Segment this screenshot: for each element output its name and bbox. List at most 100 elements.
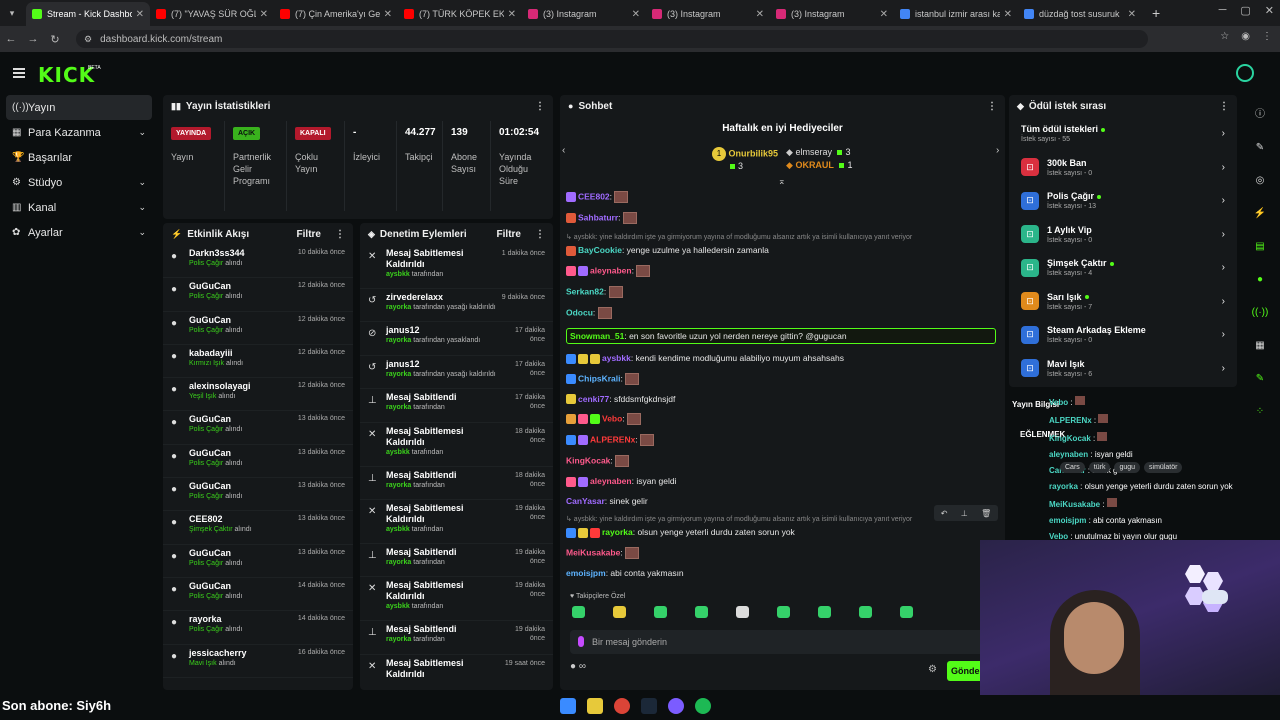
wrench-icon[interactable]: ✎ <box>1249 368 1271 390</box>
chevron-right-icon[interactable]: › <box>1222 128 1225 139</box>
chat-message[interactable]: MeiKusakabe: <box>566 546 996 559</box>
reward-row[interactable]: ⊡ Polis Çağır İstek sayısı - 13 › <box>1009 184 1237 218</box>
target-icon[interactable]: ◎ <box>1249 170 1271 192</box>
chat-username[interactable]: ChipsKrali <box>578 373 621 383</box>
activity-username[interactable]: Darkn3ss344 <box>189 248 285 258</box>
moderator-name[interactable]: rayorka <box>386 482 411 489</box>
extension-icon[interactable]: ◉ <box>1241 31 1250 42</box>
chat-message[interactable]: BayCookie: yenge uzulme ya halledersin z… <box>566 245 996 256</box>
browser-extension-icons[interactable]: ☆ ◉ ⋮ <box>1220 31 1272 42</box>
pinned-collapse-icon[interactable]: ⌅ <box>778 176 786 187</box>
emote-picker-icon[interactable]: ● <box>570 661 576 672</box>
moderator-name[interactable]: rayorka <box>386 304 411 311</box>
emote-icon[interactable] <box>572 606 585 618</box>
chat-message[interactable]: Odocu: <box>566 306 996 319</box>
browser-tab[interactable]: (3) Instagram ✕ <box>646 2 770 26</box>
reward-row[interactable]: ⊡ Mavi Işık İstek sayısı - 6 › <box>1009 352 1237 386</box>
chat-username[interactable]: BayCookie <box>578 245 622 255</box>
new-tab-button[interactable]: + <box>1146 2 1166 26</box>
chat-message[interactable]: aysbkk: kendi kendime modluğumu alabiliy… <box>566 353 996 364</box>
infinity-icon[interactable]: ∞ <box>579 661 586 672</box>
browser-tab[interactable]: Stream - Kick Dashboard ✕ <box>26 2 150 26</box>
sidebar-item[interactable]: ✿ Ayarlar ⌄ <box>6 220 152 245</box>
chevron-left-icon[interactable]: ‹ <box>562 145 565 156</box>
chat-username[interactable]: Snowman_51 <box>570 331 624 341</box>
moderation-filter-button[interactable]: Filtre <box>497 229 521 240</box>
browser-tab[interactable]: (7) Çin Amerika'yı Geçti ✕ <box>274 2 398 26</box>
emote-icon[interactable] <box>613 606 626 618</box>
chat-message[interactable]: aleynaben: <box>566 264 996 277</box>
menu-icon[interactable]: ⋮ <box>1262 31 1272 42</box>
close-tab-icon[interactable]: ✕ <box>632 9 640 20</box>
bolt-icon[interactable]: ⚡ <box>1249 203 1271 225</box>
moderator-name[interactable]: aysbkk <box>386 603 410 610</box>
moderator-name[interactable]: rayorka <box>386 371 411 378</box>
close-tab-icon[interactable]: ✕ <box>756 9 764 20</box>
close-tab-icon[interactable]: ✕ <box>508 9 516 20</box>
sidebar-item[interactable]: 🏆 Başarılar <box>6 145 152 170</box>
window-controls[interactable]: ─ ▢ ✕ <box>1219 4 1274 17</box>
tab-search-icon[interactable]: ▾ <box>4 5 20 21</box>
close-tab-icon[interactable]: ✕ <box>1128 9 1136 20</box>
activity-username[interactable]: GuGuCan <box>189 315 285 325</box>
activity-filter-button[interactable]: Filtre <box>297 229 321 240</box>
back-icon[interactable]: ← <box>0 33 22 45</box>
moderator-name[interactable]: aysbkk <box>386 449 410 456</box>
kebab-menu-icon[interactable]: ⋮ <box>987 101 997 112</box>
emote-icon[interactable] <box>695 606 708 618</box>
reward-row[interactable]: ⊡ 1 Aylık Vip İstek sayısı - 0 › <box>1009 218 1237 252</box>
emote-icon[interactable] <box>859 606 872 618</box>
chat-message[interactable]: emoisjpm: abi conta yakmasın <box>566 568 996 578</box>
chat-message[interactable]: Vebo: <box>566 413 996 426</box>
chat-username[interactable]: KingKocak <box>566 456 610 466</box>
chat-message[interactable]: Snowman_51: en son favoritle uzun yol ne… <box>566 327 996 344</box>
close-tab-icon[interactable]: ✕ <box>1004 9 1012 20</box>
chat-username[interactable]: Sahbaturr <box>578 212 618 222</box>
chevron-right-icon[interactable]: › <box>1222 195 1225 206</box>
activity-username[interactable]: GuGuCan <box>189 448 285 458</box>
reward-row[interactable]: Tüm ödül istekleri İstek sayısı - 55 › <box>1009 117 1237 151</box>
reply-icon[interactable]: ↶ <box>941 509 948 518</box>
close-tab-icon[interactable]: ✕ <box>136 9 144 20</box>
chat-message[interactable]: rayorka: olsun yenge yeterli durdu zaten… <box>566 527 996 538</box>
chat-message[interactable]: aleynaben: isyan geldi <box>566 476 996 487</box>
activity-username[interactable]: CEE802 <box>189 514 285 524</box>
moderator-name[interactable]: aysbkk <box>386 526 410 533</box>
chat-username[interactable]: MeiKusakabe <box>566 547 620 557</box>
chat-message[interactable]: CanYasar: sinek gelir <box>566 496 996 506</box>
reward-row[interactable]: ⊡ Sarı Işık İstek sayısı - 7 › <box>1009 285 1237 319</box>
sidebar-item[interactable]: ((·)) Yayın <box>6 95 152 120</box>
pin-icon[interactable]: ⊥ <box>961 509 968 518</box>
reload-icon[interactable]: ↻ <box>44 33 66 46</box>
kick-logo[interactable]: KICK <box>38 63 95 87</box>
chat-username[interactable]: CanYasar <box>566 496 605 506</box>
chat-username[interactable]: aleynaben <box>590 265 632 275</box>
chevron-right-icon[interactable]: › <box>1222 296 1225 307</box>
chat-username[interactable]: cenki77 <box>578 394 609 404</box>
chevron-right-icon[interactable]: › <box>1222 329 1225 340</box>
activity-username[interactable]: GuGuCan <box>189 414 285 424</box>
spotify-icon[interactable] <box>695 698 711 714</box>
activity-username[interactable]: alexinsolayagi <box>189 381 285 391</box>
browser-tab[interactable]: istanbul izmir arası kaç ✕ <box>894 2 1018 26</box>
edit-icon[interactable]: ✎ <box>1249 137 1271 159</box>
activity-username[interactable]: GuGuCan <box>189 581 285 591</box>
emote-icon[interactable] <box>818 606 831 618</box>
chevron-right-icon[interactable]: › <box>1222 162 1225 173</box>
browser-tab[interactable]: (3) Instagram ✕ <box>770 2 894 26</box>
chat-username[interactable]: ALPERENx <box>590 435 635 445</box>
activity-username[interactable]: GuGuCan <box>189 281 285 291</box>
moderator-name[interactable]: rayorka <box>386 559 411 566</box>
browser-tab[interactable]: (3) Instagram ✕ <box>522 2 646 26</box>
chat-username[interactable]: Vebo <box>602 414 622 424</box>
browser-tab[interactable]: (7) "YAVAŞ SÜR OĞLUM ✕ <box>150 2 274 26</box>
chat-message[interactable]: ChipsKrali: <box>566 372 996 385</box>
kebab-menu-icon[interactable]: ⋮ <box>535 101 545 112</box>
moderator-name[interactable]: rayorka <box>386 636 411 643</box>
kebab-menu-icon[interactable]: ⋮ <box>335 229 345 240</box>
browser-tab[interactable]: (7) TÜRK KÖPEK EKMEK ✕ <box>398 2 522 26</box>
url-input[interactable]: ⚙ dashboard.kick.com/stream <box>76 30 1148 48</box>
moderator-name[interactable]: rayorka <box>386 337 411 344</box>
chat-username[interactable]: emoisjpm <box>566 568 606 578</box>
moderator-name[interactable]: rayorka <box>386 404 411 411</box>
